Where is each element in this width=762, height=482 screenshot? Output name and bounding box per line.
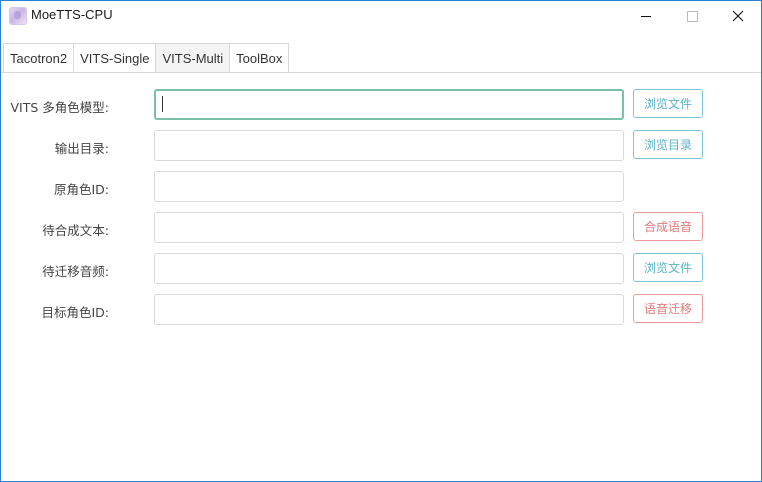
- text-row: 待合成文本: 合成语音: [1, 212, 761, 244]
- app-logo-icon: [9, 7, 27, 25]
- source-id-label: 原角色ID:: [53, 182, 109, 197]
- output-dir-label: 输出目录:: [54, 141, 109, 156]
- tab-toolbox[interactable]: ToolBox: [229, 43, 290, 72]
- audio-row: 待迁移音频: 浏览文件: [1, 253, 761, 285]
- model-label: VITS 多角色模型:: [10, 100, 110, 115]
- output-dir-row: 输出目录: 浏览目录: [1, 130, 761, 162]
- model-row: VITS 多角色模型: 浏览文件: [1, 89, 761, 121]
- browse-output-dir-button[interactable]: 浏览目录: [633, 130, 703, 159]
- synthesize-button[interactable]: 合成语音: [633, 212, 703, 241]
- audio-label: 待迁移音频:: [42, 264, 109, 279]
- model-path-input[interactable]: [154, 89, 624, 120]
- tab-tacotron2[interactable]: Tacotron2: [3, 43, 75, 72]
- tab-vits-single[interactable]: VITS-Single: [73, 43, 157, 72]
- close-button[interactable]: [715, 1, 761, 31]
- tab-bar: Tacotron2 VITS-Single VITS-Multi ToolBox: [3, 43, 290, 72]
- tab-vits-multi[interactable]: VITS-Multi: [155, 43, 231, 72]
- source-id-input[interactable]: [154, 171, 624, 202]
- browse-model-button[interactable]: 浏览文件: [633, 89, 703, 118]
- minimize-button[interactable]: [623, 1, 669, 31]
- browse-audio-button[interactable]: 浏览文件: [633, 253, 703, 282]
- voice-conversion-button[interactable]: 语音迁移: [633, 294, 703, 323]
- text-input[interactable]: [154, 212, 624, 243]
- tab-divider: [1, 72, 761, 73]
- minimize-icon: [641, 15, 651, 17]
- text-label: 待合成文本:: [42, 223, 109, 238]
- title-bar[interactable]: MoeTTS-CPU: [1, 1, 761, 33]
- output-dir-input[interactable]: [154, 130, 624, 161]
- source-id-row: 原角色ID:: [1, 171, 761, 203]
- target-id-input[interactable]: [154, 294, 624, 325]
- audio-path-input[interactable]: [154, 253, 624, 284]
- target-id-row: 目标角色ID: 语音迁移: [1, 294, 761, 326]
- app-window: MoeTTS-CPU Tacotron2 VITS-Single VITS-Mu…: [0, 0, 762, 482]
- text-caret: [162, 96, 163, 112]
- maximize-button[interactable]: [669, 1, 715, 31]
- window-title: MoeTTS-CPU: [31, 7, 113, 22]
- target-id-label: 目标角色ID:: [41, 305, 109, 320]
- maximize-icon: [686, 10, 698, 22]
- close-icon: [732, 10, 744, 22]
